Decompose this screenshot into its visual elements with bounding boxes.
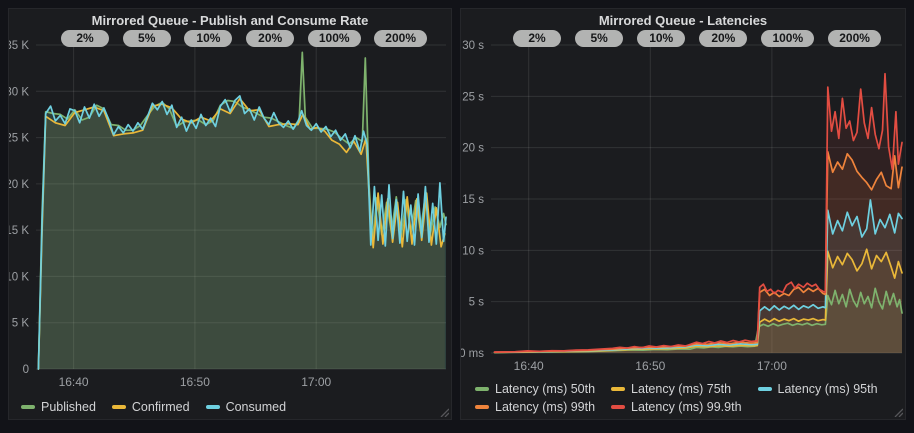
y-tick-label: 25 s xyxy=(462,91,484,103)
legend-label-latency-99th: Latency (ms) 99th xyxy=(495,400,595,414)
annotation-pill-2pct[interactable]: 2% xyxy=(61,30,109,47)
chart-plot-publish-consume[interactable]: 0 5 K 10 K 15 K 20 K 25 K 30 K 35 K 16:40 16:50 17… xyxy=(9,9,451,419)
panel-resize-handle[interactable] xyxy=(893,407,903,417)
y-tick-label: 20 s xyxy=(462,143,484,155)
y-tick-label: 0 xyxy=(23,364,29,376)
annotation-pill-200pct[interactable]: 200% xyxy=(374,30,427,47)
y-tick-label: 5 K xyxy=(12,318,30,330)
y-tick-label: 30 s xyxy=(462,40,484,52)
legend-item-latency-50th[interactable]: Latency (ms) 50th xyxy=(475,382,595,396)
legend-swatch-published xyxy=(21,405,35,409)
legend-item-latency-95th[interactable]: Latency (ms) 95th xyxy=(758,382,878,396)
panel-latencies: Mirrored Queue - Latencies 2% 5% 10% 20%… xyxy=(460,8,906,420)
annotation-pill-2pct[interactable]: 2% xyxy=(513,30,561,47)
legend-latencies: Latency (ms) 50th Latency (ms) 75th Late… xyxy=(475,382,878,414)
legend-item-latency-75th[interactable]: Latency (ms) 75th xyxy=(611,382,731,396)
x-tick-label: 16:40 xyxy=(59,375,89,389)
legend-publish-consume: Published Confirmed Consumed xyxy=(21,400,286,414)
annotation-pill-20pct[interactable]: 20% xyxy=(699,30,747,47)
legend-label-latency-50th: Latency (ms) 50th xyxy=(495,382,595,396)
annotation-pill-200pct[interactable]: 200% xyxy=(828,30,881,47)
y-tick-label: 5 s xyxy=(469,297,485,309)
panel-publish-consume-rate: Mirrored Queue - Publish and Consume Rat… xyxy=(8,8,452,420)
legend-label-latency-99-9th: Latency (ms) 99.9th xyxy=(631,400,741,414)
legend-swatch-confirmed xyxy=(112,405,126,409)
x-tick-label: 17:00 xyxy=(301,375,331,389)
x-tick-label: 16:50 xyxy=(635,359,665,373)
annotation-pill-10pct[interactable]: 10% xyxy=(184,30,232,47)
legend-label-confirmed: Confirmed xyxy=(132,400,190,414)
y-tick-label: 30 K xyxy=(9,86,29,98)
y-tick-label: 25 K xyxy=(9,133,29,145)
legend-item-confirmed[interactable]: Confirmed xyxy=(112,400,190,414)
y-tick-label: 35 K xyxy=(9,40,29,52)
annotation-pill-20pct[interactable]: 20% xyxy=(246,30,294,47)
legend-label-consumed: Consumed xyxy=(226,400,286,414)
legend-item-latency-99th[interactable]: Latency (ms) 99th xyxy=(475,400,595,414)
page-root: { "panels": [ { "title": "Mirrored Queue… xyxy=(0,0,914,433)
legend-swatch-latency-99-9th xyxy=(611,405,625,409)
legend-swatch-latency-95th xyxy=(758,387,772,391)
annotation-pill-row: 2% 5% 10% 20% 100% 200% xyxy=(61,30,427,47)
y-tick-label: 10 s xyxy=(462,245,484,257)
panel-resize-handle[interactable] xyxy=(439,407,449,417)
annotation-pill-100pct[interactable]: 100% xyxy=(761,30,814,47)
x-tick-label: 17:00 xyxy=(757,359,787,373)
legend-label-latency-75th: Latency (ms) 75th xyxy=(631,382,731,396)
annotation-pill-row: 2% 5% 10% 20% 100% 200% xyxy=(513,30,881,47)
x-tick-label: 16:50 xyxy=(180,375,210,389)
y-tick-label: 15 K xyxy=(9,225,29,237)
legend-swatch-consumed xyxy=(206,405,220,409)
x-tick-label: 16:40 xyxy=(514,359,544,373)
y-tick-label: 0 ms xyxy=(461,348,484,360)
legend-swatch-latency-50th xyxy=(475,387,489,391)
annotation-pill-5pct[interactable]: 5% xyxy=(575,30,623,47)
legend-item-latency-99-9th[interactable]: Latency (ms) 99.9th xyxy=(611,400,741,414)
y-tick-label: 10 K xyxy=(9,271,29,283)
annotation-pill-5pct[interactable]: 5% xyxy=(123,30,171,47)
legend-swatch-latency-99th xyxy=(475,405,489,409)
chart-plot-latencies[interactable]: 0 ms 5 s 10 s 15 s 20 s 25 s 30 s 16:40 16:50 17:… xyxy=(461,9,905,419)
legend-label-published: Published xyxy=(41,400,96,414)
annotation-pill-100pct[interactable]: 100% xyxy=(308,30,361,47)
y-tick-label: 15 s xyxy=(462,194,484,206)
legend-item-consumed[interactable]: Consumed xyxy=(206,400,286,414)
annotation-pill-10pct[interactable]: 10% xyxy=(637,30,685,47)
legend-item-published[interactable]: Published xyxy=(21,400,96,414)
legend-label-latency-95th: Latency (ms) 95th xyxy=(778,382,878,396)
legend-swatch-latency-75th xyxy=(611,387,625,391)
y-tick-label: 20 K xyxy=(9,179,29,191)
